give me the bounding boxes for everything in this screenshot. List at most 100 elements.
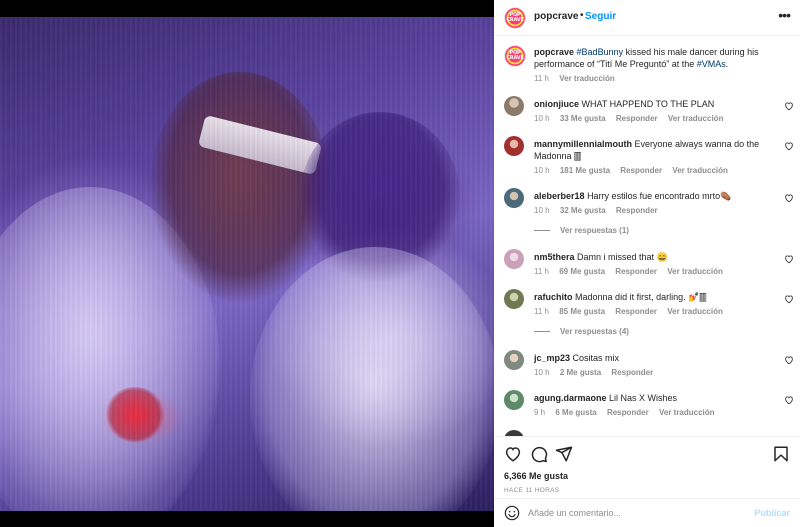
view-replies-label: Ver respuestas (4) [560,327,629,336]
heart-icon[interactable] [784,193,794,203]
comment-meta: 11 h 69 Me gusta Responder Ver traducció… [534,266,774,278]
comment-likes[interactable]: 85 Me gusta [559,307,605,316]
hashtag-link[interactable]: #BadBunny [577,47,624,57]
commenter-username[interactable]: aleberber18 [534,191,585,201]
photo-shape-left-figure [0,187,220,511]
heart-icon[interactable] [784,395,794,405]
comment-text: Harry estilos fue encontrado mrto⚰️ [587,191,732,201]
photo-shape-head-left [150,72,330,302]
comment-bubble-icon[interactable] [530,445,548,463]
comment-body: agung.darmaone Lil Nas X Wishes 9 h 6 Me… [534,392,774,419]
comment-likes[interactable]: 69 Me gusta [559,267,605,276]
commenter-avatar[interactable] [504,289,524,309]
caption-text: . [725,59,729,69]
comment-time[interactable]: 10 h [534,368,550,377]
comment-body: rafuchito Madonna did it first, darling.… [534,291,774,318]
follow-button[interactable]: Seguir [585,11,616,22]
comment-meta: 10 h 32 Me gusta Responder [534,205,774,217]
post-photo [0,17,494,511]
heart-icon[interactable] [784,254,794,264]
emoji-icon[interactable] [504,505,520,521]
comment-time[interactable]: 9 h [534,408,545,417]
reply-button[interactable]: Responder [615,307,657,316]
commenter-username[interactable]: rafuchito [534,292,573,302]
translate-button[interactable]: Ver traducción [559,74,615,83]
comment-text: WHAT HAPPEND TO THE PLAN [581,99,715,109]
add-comment-bar: Publicar [494,498,800,527]
commenter-username[interactable]: nm5thera [534,252,575,262]
comment-text: Madonna did it first, darling. 💅🀫 [575,292,707,302]
comment-time[interactable]: 11 h [534,267,549,276]
view-replies-label: Ver respuestas (1) [560,226,629,235]
comment-likes[interactable]: 32 Me gusta [560,206,606,215]
reply-button[interactable]: Responder [615,267,657,276]
comment-body: onionjiuce WHAT HAPPEND TO THE PLAN 10 h… [534,98,774,125]
caption-meta: 11 h Ver traducción [534,73,794,85]
heart-icon[interactable] [784,101,794,111]
view-replies-button[interactable]: Ver respuestas (1) [534,226,629,235]
replies-divider [534,230,550,232]
commenter-avatar[interactable] [504,188,524,208]
translate-button[interactable]: Ver traducción [667,307,723,316]
comment-likes[interactable]: 6 Me gusta [555,408,596,417]
photo-shape-microphone [105,387,165,442]
comment-likes[interactable]: 33 Me gusta [560,114,606,123]
author-avatar[interactable]: POP CRAVE [504,7,526,29]
comment-meta: 10 h 33 Me gusta Responder Ver traducció… [534,113,774,125]
post-actions: 6,366 Me gusta HACE 11 HORAS [494,436,800,498]
view-replies-button[interactable]: Ver respuestas (4) [534,327,629,336]
post-media[interactable] [0,0,494,527]
comment-time[interactable]: 10 h [534,166,550,175]
comment-time[interactable]: 11 h [534,307,549,316]
replies-divider [534,331,550,333]
comments-list[interactable]: POP CRAVE popcrave #BadBunny kissed his … [494,37,800,436]
hashtag-link[interactable]: #VMAs [697,59,726,69]
translate-button[interactable]: Ver traducción [672,166,728,175]
translate-button[interactable]: Ver traducción [659,408,715,417]
comment-body: jc_mp23 Cositas mix 10 h 2 Me gusta Resp… [534,352,774,379]
comment-likes[interactable]: 181 Me gusta [560,166,610,175]
heart-icon[interactable] [784,294,794,304]
like-heart-icon[interactable] [504,445,522,463]
commenter-avatar[interactable] [504,249,524,269]
commenter-avatar[interactable] [504,96,524,116]
commenter-username[interactable]: mannymillennialmouth [534,139,632,149]
comment-time[interactable]: 10 h [534,114,550,123]
comment-meta: 11 h 85 Me gusta Responder Ver traducció… [534,306,774,318]
comment-time[interactable]: 10 h [534,206,550,215]
comment-input[interactable] [528,505,738,521]
author-username[interactable]: popcrave [534,11,578,22]
post-timestamp[interactable]: HACE 11 HORAS [504,487,559,494]
save-bookmark-icon[interactable] [772,445,790,463]
photo-shape-head-right [300,112,460,282]
commenter-username[interactable]: jc_mp23 [534,353,570,363]
comment-text: Lil Nas X Wishes [609,393,678,403]
caption-time[interactable]: 11 h [534,74,549,83]
heart-icon[interactable] [784,355,794,365]
reply-button[interactable]: Responder [620,166,662,175]
translate-button[interactable]: Ver traducción [667,267,723,276]
commenter-username[interactable]: onionjiuce [534,99,579,109]
reply-button[interactable]: Responder [607,408,649,417]
commenter-avatar[interactable] [504,136,524,156]
photo-shape-right-figure [250,247,494,511]
comment-text: Damn i missed that 😄 [577,252,668,262]
caption-username[interactable]: popcrave [534,47,574,57]
commenter-avatar[interactable] [504,350,524,370]
caption-avatar[interactable]: POP CRAVE [504,45,526,67]
share-paper-plane-icon[interactable] [555,445,573,463]
post-comment-button[interactable]: Publicar [754,508,790,518]
heart-icon[interactable] [784,141,794,151]
comment-body: mannymillennialmouth Everyone always wan… [534,138,774,177]
likes-count[interactable]: 6,366 Me gusta [504,471,568,481]
reply-button[interactable]: Responder [611,368,653,377]
comment-body: nm5thera Damn i missed that 😄 11 h 69 Me… [534,251,774,278]
commenter-avatar[interactable] [504,390,524,410]
more-options-icon[interactable]: ••• [778,7,791,23]
commenter-username[interactable]: agung.darmaone [534,393,607,403]
post-details-panel: POP CRAVE popcrave • Seguir ••• POP CRAV… [494,0,800,527]
comment-likes[interactable]: 2 Me gusta [560,368,601,377]
reply-button[interactable]: Responder [616,206,658,215]
reply-button[interactable]: Responder [616,114,658,123]
translate-button[interactable]: Ver traducción [668,114,724,123]
